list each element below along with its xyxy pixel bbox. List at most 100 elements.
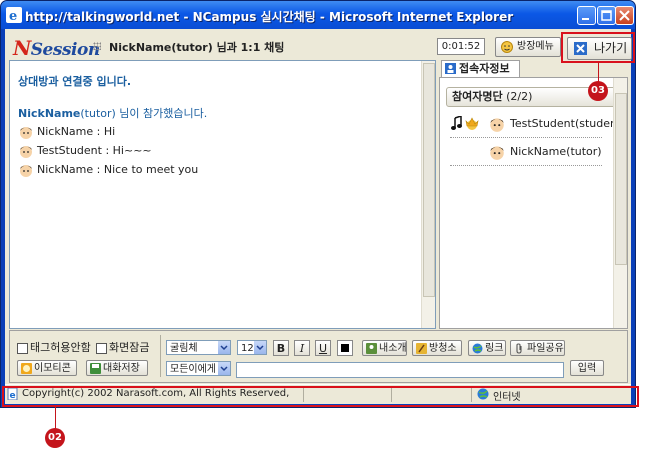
chat-scrollbar[interactable] [421, 61, 435, 328]
browser-window: e http://talkingworld.net - NCampus 실시간채… [0, 0, 636, 408]
callout-badge: 02 [45, 428, 65, 448]
size-select-value: 12 [241, 343, 254, 354]
logo-text: Session [30, 40, 100, 60]
participants-panel: 참여자명단 (2/2) TestStudent(student) NickNam… [439, 77, 628, 329]
tutor-avatar-icon [20, 165, 32, 177]
participants-label: 참여자명단 [452, 90, 503, 103]
emoticon-label: 이모티콘 [34, 363, 71, 374]
chat-scroll-thumb[interactable] [423, 63, 435, 297]
participant-name: NickName(tutor) [510, 145, 602, 158]
tab-user-info-label: 접속자정보 [459, 62, 510, 75]
maximize-button[interactable] [597, 6, 616, 25]
title-bar[interactable]: e http://talkingworld.net - NCampus 실시간채… [1, 1, 635, 29]
row-divider [450, 137, 602, 138]
recipient-select[interactable]: 모든이에게 [166, 361, 231, 376]
profile-icon [366, 343, 377, 354]
join-notice-name: NickName [18, 107, 81, 120]
room-menu-button[interactable]: 방장메뉴 [495, 37, 561, 57]
cleanup-label: 방청소 [429, 343, 457, 354]
minimize-button[interactable] [577, 6, 596, 25]
globe-icon [472, 343, 483, 354]
chat-message: NickName : Hi [18, 124, 115, 140]
grip-dots [93, 42, 101, 50]
font-select-value: 굴림체 [170, 343, 198, 354]
close-button[interactable] [615, 6, 634, 25]
checkbox-box[interactable] [17, 342, 28, 354]
tutor-avatar-icon [490, 146, 504, 160]
elapsed-timer: 0:01:52 [437, 38, 485, 55]
join-notice-text: (tutor) 님이 참가했습니다. [80, 107, 208, 120]
chevron-down-icon [218, 362, 230, 375]
screen-lock-checkbox[interactable]: 화면잠금 [96, 339, 149, 355]
participant-name: TestStudent(student) [510, 117, 626, 130]
nsession-logo: NSession [13, 36, 100, 60]
logo-n: N [13, 36, 31, 60]
host-face-icon [501, 41, 513, 53]
file-share-label: 파일공유 [527, 343, 564, 354]
checkbox-box[interactable] [96, 342, 107, 354]
participants-count: (2/2) [506, 90, 533, 103]
save-chat-button[interactable]: 대화저장 [86, 360, 148, 376]
crown-icon [465, 117, 479, 130]
intro-button[interactable]: 내소개 [362, 340, 407, 356]
callout-leader [55, 407, 56, 429]
users-icon [445, 63, 456, 74]
row-divider [450, 165, 602, 166]
room-title: NickName(tutor) 님과 1:1 채팅 [109, 41, 285, 54]
chat-message: TestStudent : Hi~~~ [18, 143, 152, 159]
broom-icon [416, 343, 427, 354]
toolbar-divider [160, 335, 161, 377]
window-title: http://talkingworld.net - NCampus 실시간채팅 … [25, 10, 514, 24]
callout-badge: 03 [588, 81, 608, 101]
send-button[interactable]: 입력 [570, 360, 604, 376]
color-swatch [341, 344, 349, 352]
cleanup-button[interactable]: 방청소 [412, 340, 462, 356]
ie-icon: e [6, 7, 22, 23]
link-button[interactable]: 링크 [468, 340, 506, 356]
connecting-notice: 상대방과 연결중 입니다. [18, 75, 132, 88]
text-color-button[interactable] [337, 340, 353, 356]
client-area: NSession NickName(tutor) 님과 1:1 채팅 0:01:… [5, 29, 632, 404]
student-avatar-icon [20, 146, 32, 158]
close-icon [619, 10, 630, 21]
size-select[interactable]: 12 [237, 340, 267, 355]
emoticon-button[interactable]: 이모티콘 [17, 360, 77, 376]
paperclip-icon [516, 343, 522, 354]
room-menu-label: 방장메뉴 [517, 41, 554, 52]
exit-highlight-box [561, 32, 635, 63]
emoticon-icon [21, 363, 32, 374]
participant-row[interactable]: TestStudent(student) [450, 113, 626, 135]
chat-message-text: TestStudent : Hi~~~ [37, 144, 152, 157]
save-chat-label: 대화저장 [103, 363, 140, 374]
window-highlight-box [2, 386, 639, 407]
chevron-down-icon [254, 341, 266, 354]
input-toolbar: 태그허용안함 화면잠금 이모티콘 대화저장 굴림체 12 B I U 내소개 방… [9, 330, 628, 383]
join-notice: NickName(tutor) 님이 참가했습니다. [18, 105, 207, 121]
tag-disable-label: 태그허용안함 [30, 341, 91, 354]
participants-scrollbar[interactable] [613, 78, 627, 328]
chat-message-text: NickName : Nice to meet you [37, 163, 199, 176]
tab-user-info[interactable]: 접속자정보 [441, 60, 520, 77]
save-icon [90, 363, 101, 374]
student-avatar-icon [490, 118, 504, 132]
font-select[interactable]: 굴림체 [166, 340, 231, 355]
screen-lock-label: 화면잠금 [109, 341, 150, 354]
file-share-button[interactable]: 파일공유 [510, 340, 565, 356]
participants-scroll-thumb[interactable] [615, 93, 627, 265]
tutor-avatar-icon [20, 127, 32, 139]
participant-row[interactable]: NickName(tutor) [450, 141, 604, 163]
link-label: 링크 [485, 343, 504, 354]
intro-label: 내소개 [379, 343, 407, 354]
music-note-icon [451, 116, 462, 130]
callout-leader [598, 62, 599, 82]
maximize-icon [601, 10, 612, 21]
svg-text:e: e [9, 9, 17, 23]
recipient-select-value: 모든이에게 [170, 364, 216, 375]
chat-log[interactable]: 상대방과 연결중 입니다. NickName(tutor) 님이 참가했습니다.… [9, 60, 436, 329]
underline-button[interactable]: U [315, 340, 331, 356]
minimize-icon [582, 18, 589, 20]
italic-button[interactable]: I [294, 340, 310, 356]
tag-disable-checkbox[interactable]: 태그허용안함 [17, 339, 91, 355]
bold-button[interactable]: B [273, 340, 289, 356]
message-input[interactable] [236, 362, 564, 378]
